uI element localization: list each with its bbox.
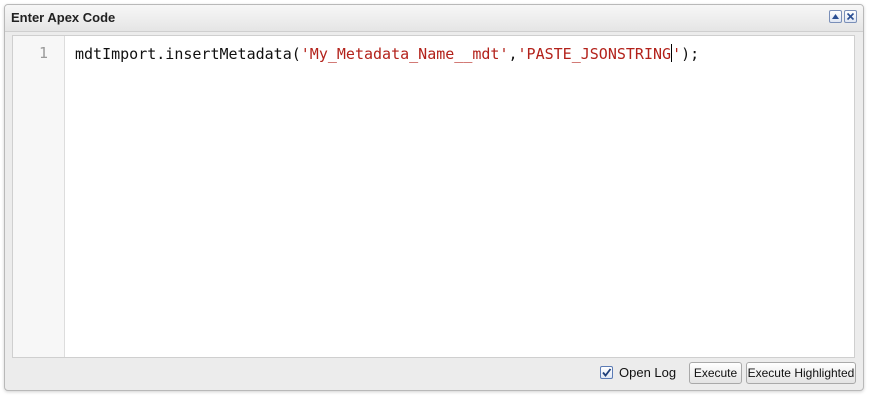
- open-log-option[interactable]: Open Log: [600, 365, 676, 380]
- dialog-footer: Open Log Execute Execute Highlighted: [12, 359, 856, 386]
- line-number-gutter: 1: [13, 36, 65, 357]
- code-string-arg-1: 'My_Metadata_Name__mdt': [300, 45, 509, 63]
- code-suffix: );: [681, 45, 700, 63]
- chevron-up-icon: [832, 14, 839, 19]
- open-log-label: Open Log: [619, 365, 677, 380]
- dialog-titlebar: Enter Apex Code: [5, 5, 863, 32]
- dialog-title: Enter Apex Code: [11, 10, 116, 25]
- code-string-arg-2: 'PASTE_JSONSTRING: [517, 45, 672, 63]
- code-editor[interactable]: 1 mdtImport.insertMetadata('My_Metadata_…: [12, 35, 855, 358]
- collapse-button[interactable]: [829, 10, 842, 23]
- close-icon: [846, 12, 855, 21]
- apex-code-dialog: Enter Apex Code 1 mdtImport.insertMetada…: [4, 4, 864, 391]
- close-button[interactable]: [844, 10, 857, 23]
- line-number: 1: [38, 44, 48, 62]
- checkmark-icon: [602, 368, 612, 377]
- code-comma: ,: [508, 45, 518, 63]
- code-line[interactable]: mdtImport.insertMetadata('My_Metadata_Na…: [75, 44, 699, 63]
- open-log-checkbox[interactable]: [600, 366, 613, 379]
- code-string-arg-2-close: ': [672, 45, 682, 63]
- execute-button[interactable]: Execute: [689, 362, 742, 384]
- execute-highlighted-button[interactable]: Execute Highlighted: [746, 362, 856, 384]
- code-method-call: mdtImport.insertMetadata(: [75, 45, 301, 63]
